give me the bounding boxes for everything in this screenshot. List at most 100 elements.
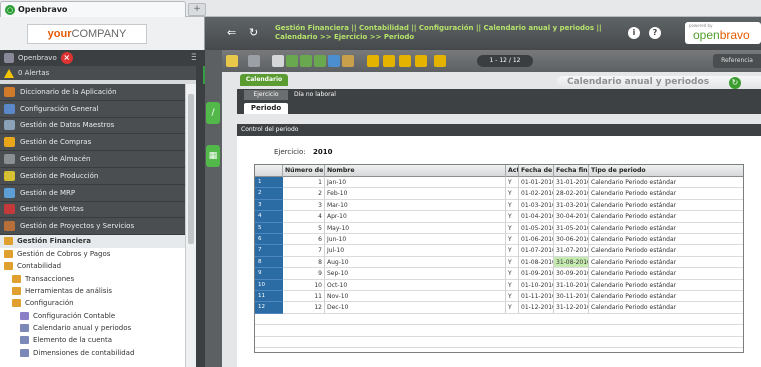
cell-fecha-fin[interactable]: 31-07-2010: [554, 245, 589, 257]
previous-record-icon[interactable]: [383, 55, 395, 67]
vertical-tab-grid[interactable]: ▦: [206, 145, 220, 167]
cell-nombre[interactable]: Jun-10: [325, 234, 506, 246]
cell-numero[interactable]: 6: [283, 234, 325, 246]
cell-fecha-fin[interactable]: 31-05-2010: [554, 222, 589, 234]
menu-subitem[interactable]: Dimensiones de contabilidad: [0, 347, 196, 359]
cell-fecha-fin[interactable]: 31-10-2010: [554, 279, 589, 291]
cell-fecha-inicio[interactable]: 01-10-2010: [519, 279, 554, 291]
cell-tipo-periodo[interactable]: Calendario Periodo estándar: [589, 223, 743, 234]
menu-scrollbar[interactable]: [185, 84, 196, 367]
table-row[interactable]: 10 10 Oct-10 Y 01-10-2010 31-10-2010 Calendari…: [255, 279, 743, 291]
cell-fecha-inicio[interactable]: 01-12-2010: [519, 302, 554, 314]
cell-tipo-periodo[interactable]: Calendario Periodo estándar: [589, 234, 743, 246]
cell-fecha-inicio[interactable]: 01-07-2010: [519, 245, 554, 257]
col-fecha-fin[interactable]: Fecha fina: [554, 165, 589, 177]
alerts-bar[interactable]: 0 Alertas: [0, 66, 205, 80]
cell-numero[interactable]: 4: [283, 211, 325, 223]
row-number[interactable]: 9: [255, 268, 283, 280]
menu-subitem[interactable]: Configuración: [0, 297, 196, 309]
cell-fecha-fin[interactable]: 30-06-2010: [554, 234, 589, 246]
cell-activo[interactable]: Y: [506, 222, 519, 234]
menu-item[interactable]: Gestión de Proyectos y Servicios: [0, 218, 196, 236]
cell-numero[interactable]: 11: [283, 291, 325, 303]
cell-activo[interactable]: Y: [506, 302, 519, 314]
cell-fecha-inicio[interactable]: 01-01-2010: [519, 177, 554, 189]
first-record-icon[interactable]: [367, 55, 379, 67]
cell-tipo-periodo[interactable]: Calendario Periodo estándar: [589, 177, 743, 189]
menu-subitem[interactable]: Elemento de la cuenta: [0, 334, 196, 346]
print-icon[interactable]: [300, 55, 312, 67]
section-control-del-periodo[interactable]: Control del periodo: [237, 124, 761, 136]
vertical-tab-edit[interactable]: /: [206, 102, 220, 124]
cell-fecha-inicio[interactable]: 01-09-2010: [519, 268, 554, 280]
cell-fecha-fin[interactable]: 30-04-2010: [554, 211, 589, 223]
breadcrumb-tabs[interactable]: Calendario >> Ejercicio >> Periodo: [275, 33, 605, 42]
cell-fecha-fin[interactable]: 30-11-2010: [554, 291, 589, 303]
cell-activo[interactable]: Y: [506, 245, 519, 257]
window-refresh-icon[interactable]: ↻: [729, 77, 741, 89]
menu-item[interactable]: Gestión de MRP: [0, 184, 196, 202]
row-number[interactable]: 10: [255, 279, 283, 291]
menu-item[interactable]: Configuración General: [0, 100, 196, 118]
tab-ejercicio[interactable]: Ejercicio: [244, 90, 288, 100]
search-icon[interactable]: [328, 55, 340, 67]
cell-activo[interactable]: Y: [506, 211, 519, 223]
next-record-icon[interactable]: [399, 55, 411, 67]
cell-fecha-inicio[interactable]: 01-05-2010: [519, 222, 554, 234]
cell-activo[interactable]: Y: [506, 291, 519, 303]
refresh-icon[interactable]: ↻: [249, 26, 258, 39]
audit-icon[interactable]: [342, 55, 354, 67]
menu-item[interactable]: Gestión de Almacén: [0, 151, 196, 168]
cell-activo[interactable]: Y: [506, 188, 519, 200]
cell-nombre[interactable]: Mar-10: [325, 199, 506, 212]
row-number[interactable]: 11: [255, 291, 283, 303]
table-row[interactable]: 6 6 Jun-10 Y 01-06-2010 30-06-2010 Calendario …: [255, 234, 743, 246]
cell-numero[interactable]: 12: [283, 302, 325, 314]
info-icon[interactable]: i: [628, 27, 640, 39]
tab-calendario[interactable]: Calendario: [240, 74, 288, 86]
table-row[interactable]: 8 8 Aug-10 Y 01-08-2010 31-08-2010 Calendario …: [255, 256, 743, 269]
cell-activo[interactable]: Y: [506, 268, 519, 280]
table-row[interactable]: 7 7 Jul-10 Y 01-07-2010 31-07-2010 Calendario …: [255, 245, 743, 257]
cell-nombre[interactable]: Nov-10: [325, 291, 506, 303]
cell-tipo-periodo[interactable]: Calendario Periodo estándar: [589, 188, 743, 200]
back-icon[interactable]: ⇐: [227, 26, 236, 39]
menu-subitem[interactable]: Gestión Financiera: [0, 235, 196, 248]
cell-nombre[interactable]: Oct-10: [325, 279, 506, 291]
col-fecha-inicio[interactable]: Fecha de i: [519, 165, 554, 177]
cell-numero[interactable]: 2: [283, 188, 325, 200]
cell-tipo-periodo[interactable]: Calendario Periodo estándar: [589, 245, 743, 257]
cell-fecha-inicio[interactable]: 01-02-2010: [519, 188, 554, 200]
breadcrumb-path[interactable]: Gestión Financiera || Contabilidad || Co…: [275, 24, 605, 33]
row-number[interactable]: 4: [255, 211, 283, 223]
cell-nombre[interactable]: Dec-10: [325, 302, 506, 314]
cell-nombre[interactable]: Jul-10: [325, 245, 506, 257]
logout-icon[interactable]: ×: [60, 52, 73, 64]
cell-nombre[interactable]: Apr-10: [325, 211, 506, 223]
cell-activo[interactable]: Y: [506, 234, 519, 246]
grid-view-icon[interactable]: [286, 55, 298, 67]
menu-subitem[interactable]: Configuración Contable: [0, 310, 196, 322]
row-number[interactable]: 3: [255, 199, 283, 212]
cell-nombre[interactable]: Feb-10: [325, 188, 506, 200]
menu-item[interactable]: Gestión de Ventas: [0, 201, 196, 219]
referencia-button[interactable]: Referencia: [713, 54, 761, 68]
cell-activo[interactable]: Y: [506, 279, 519, 291]
cell-tipo-periodo[interactable]: Calendario Periodo estándar: [589, 257, 743, 269]
col-activo[interactable]: Acti: [506, 165, 519, 177]
edit-icon[interactable]: [272, 55, 284, 67]
cell-fecha-fin[interactable]: 31-01-2010: [554, 177, 589, 189]
alerts-count[interactable]: 0 Alertas: [18, 69, 49, 77]
new-tab-button[interactable]: +: [188, 3, 206, 16]
row-number[interactable]: 12: [255, 302, 283, 314]
cell-nombre[interactable]: Aug-10: [325, 256, 506, 269]
table-row[interactable]: 9 9 Sep-10 Y 01-09-2010 30-09-2010 Calendario …: [255, 268, 743, 280]
expand-icon[interactable]: [434, 55, 446, 67]
cell-tipo-periodo[interactable]: Calendario Periodo estándar: [589, 200, 743, 212]
table-row[interactable]: 3 3 Mar-10 Y 01-03-2010 31-03-2010 Calendario …: [255, 199, 743, 212]
menu-subitem[interactable]: Gestión de Cobros y Pagos: [0, 248, 196, 260]
cell-nombre[interactable]: May-10: [325, 222, 506, 234]
cell-tipo-periodo[interactable]: Calendario Periodo estándar: [589, 291, 743, 303]
cell-numero[interactable]: 8: [283, 256, 325, 269]
menu-scrollbar-thumb[interactable]: [188, 94, 194, 244]
